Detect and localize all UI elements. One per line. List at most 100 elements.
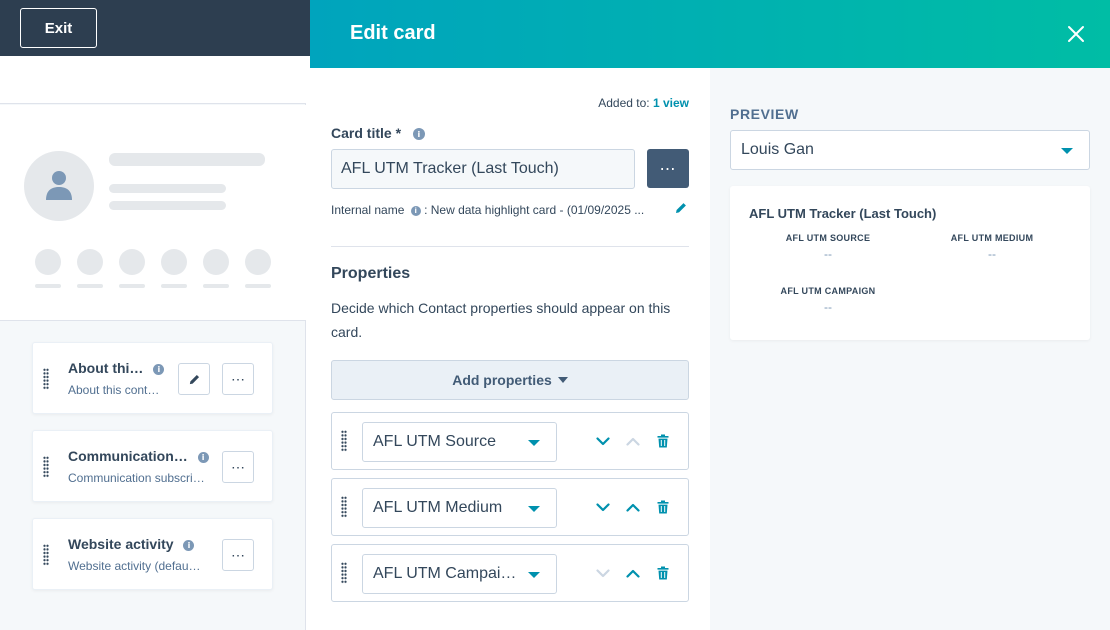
- quick-action-label-placeholder: [35, 284, 61, 288]
- preview-property-value: --: [988, 247, 996, 261]
- preview-property-label: AFL UTM MEDIUM: [950, 233, 1034, 243]
- caret-down-icon: [528, 506, 540, 512]
- chevron-up-icon: [626, 503, 640, 512]
- internal-name: Internal name i : New data highlight car…: [331, 203, 645, 217]
- drag-handle-icon[interactable]: [43, 544, 49, 566]
- properties-heading: Properties: [331, 265, 411, 282]
- remove-property-button[interactable]: [654, 432, 672, 450]
- drag-handle-icon[interactable]: [43, 368, 49, 390]
- pencil-icon: [676, 203, 686, 213]
- sidebar-card-subtitle: Communication subscri…: [68, 471, 205, 485]
- detail-placeholder: [109, 184, 226, 193]
- drag-handle-icon[interactable]: [341, 496, 347, 518]
- ellipsis-icon: ⋯: [231, 546, 245, 563]
- trash-icon: [657, 434, 669, 448]
- move-up-button[interactable]: [624, 564, 642, 582]
- quick-action-placeholder: [35, 249, 61, 275]
- info-icon[interactable]: i: [183, 539, 195, 551]
- pencil-icon: [189, 374, 199, 384]
- preview-property: AFL UTM MEDIUM --: [922, 233, 1062, 261]
- drag-handle-icon[interactable]: [43, 456, 49, 478]
- caret-down-icon: [557, 377, 568, 383]
- card-more-button[interactable]: ⋯: [222, 363, 254, 395]
- chevron-down-icon: [596, 436, 610, 445]
- property-row: AFL UTM Medium: [331, 478, 689, 536]
- property-row: AFL UTM Campai…: [331, 544, 689, 602]
- remove-property-button[interactable]: [654, 498, 672, 516]
- preview-card-title: AFL UTM Tracker (Last Touch): [749, 206, 937, 221]
- card-more-button[interactable]: ⋯: [222, 539, 254, 571]
- move-up-button[interactable]: [624, 432, 642, 450]
- property-row: AFL UTM Source: [331, 412, 689, 470]
- chevron-down-icon: [596, 502, 610, 511]
- ellipsis-icon: ⋯: [231, 370, 245, 387]
- sidebar-card-website-activity[interactable]: Website activity i Website activity (def…: [32, 518, 273, 590]
- added-to: Added to: 1 view: [598, 96, 689, 110]
- caret-down-icon: [528, 572, 540, 578]
- preview-pane: PREVIEW Louis Gan AFL UTM Tracker (Last …: [710, 68, 1110, 630]
- card-title-input[interactable]: [331, 149, 635, 189]
- sidebar-card-about[interactable]: About thi… i About this cont… ⋯: [32, 342, 273, 414]
- sidebar-subbar: [0, 56, 306, 104]
- views-link[interactable]: 1 view: [653, 96, 689, 110]
- chevron-up-icon: [626, 437, 640, 446]
- divider: [331, 246, 689, 247]
- person-icon: [46, 171, 72, 200]
- preview-property: AFL UTM SOURCE --: [758, 233, 898, 261]
- close-button[interactable]: [1066, 24, 1086, 44]
- info-icon[interactable]: i: [153, 363, 165, 375]
- sidebar-card-title: Website activity i: [68, 536, 195, 552]
- preview-label: PREVIEW: [730, 106, 799, 122]
- preview-record-select[interactable]: Louis Gan: [730, 130, 1090, 170]
- move-up-button[interactable]: [624, 498, 642, 516]
- card-title-label: Card title * i: [331, 125, 425, 141]
- ellipsis-icon: ⋯: [659, 160, 677, 178]
- preview-property: AFL UTM CAMPAIGN --: [758, 286, 898, 314]
- drag-handle-icon[interactable]: [341, 430, 347, 452]
- move-down-button[interactable]: [594, 432, 612, 450]
- property-select[interactable]: AFL UTM Medium: [362, 488, 557, 528]
- quick-action-placeholder: [245, 249, 271, 275]
- preview-card: AFL UTM Tracker (Last Touch) AFL UTM SOU…: [730, 186, 1090, 340]
- sidebar-card-communication[interactable]: Communication… i Communication subscri… …: [32, 430, 273, 502]
- drag-handle-icon[interactable]: [341, 562, 347, 584]
- quick-action-placeholder: [161, 249, 187, 275]
- property-select[interactable]: AFL UTM Campai…: [362, 554, 557, 594]
- edit-form: Added to: 1 view Card title * i ⋯ Intern…: [310, 68, 710, 630]
- info-icon[interactable]: i: [197, 451, 209, 463]
- quick-action-label-placeholder: [119, 284, 145, 288]
- quick-action-placeholder: [77, 249, 103, 275]
- top-bar: Exit: [0, 0, 310, 56]
- move-down-button[interactable]: [594, 564, 612, 582]
- property-select[interactable]: AFL UTM Source: [362, 422, 557, 462]
- remove-property-button[interactable]: [654, 564, 672, 582]
- ellipsis-icon: ⋯: [231, 458, 245, 475]
- preview-property-value: --: [824, 300, 832, 314]
- preview-property-label: AFL UTM CAMPAIGN: [780, 286, 876, 296]
- avatar: [24, 151, 94, 221]
- info-icon[interactable]: i: [412, 128, 425, 141]
- properties-description: Decide which Contact properties should a…: [331, 300, 671, 340]
- quick-action-label-placeholder: [203, 284, 229, 288]
- edit-card-button[interactable]: [178, 363, 210, 395]
- caret-down-icon: [1061, 148, 1073, 154]
- close-icon: [1068, 26, 1084, 42]
- edit-internal-name-button[interactable]: [674, 201, 688, 220]
- sidebar-card-subtitle: About this cont…: [68, 383, 160, 397]
- preview-property-value: --: [824, 247, 832, 261]
- title-options-button[interactable]: ⋯: [647, 149, 689, 188]
- card-more-button[interactable]: ⋯: [222, 451, 254, 483]
- add-properties-button[interactable]: Add properties: [331, 360, 689, 400]
- quick-action-label-placeholder: [245, 284, 271, 288]
- quick-action-placeholder: [203, 249, 229, 275]
- exit-button[interactable]: Exit: [20, 8, 97, 48]
- trash-icon: [657, 500, 669, 514]
- move-down-button[interactable]: [594, 498, 612, 516]
- info-icon[interactable]: i: [410, 205, 421, 216]
- profile-summary: [0, 105, 306, 321]
- record-sidebar: About thi… i About this cont… ⋯ Communic…: [0, 56, 306, 630]
- chevron-up-icon: [626, 569, 640, 578]
- sidebar-card-title: Communication… i: [68, 448, 209, 464]
- name-placeholder: [109, 153, 265, 166]
- panel-header: Edit card: [310, 0, 1110, 68]
